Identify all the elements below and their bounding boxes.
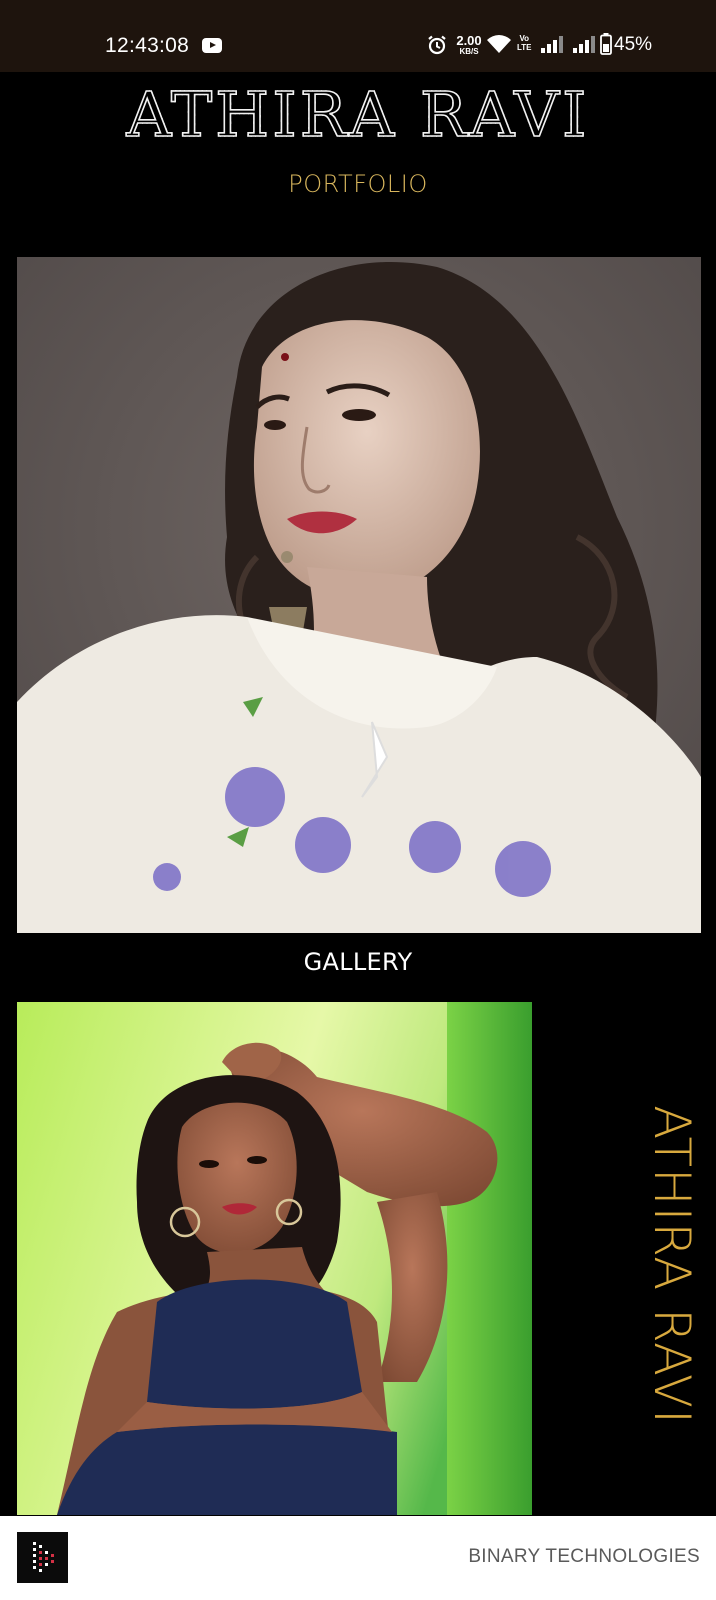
gallery-heading: GALLERY — [303, 948, 413, 976]
gallery-photo[interactable] — [17, 1002, 532, 1515]
battery-percent: 45% — [614, 34, 653, 55]
company-logo-icon[interactable] — [17, 1532, 68, 1583]
footer: BINARY TECHNOLOGIES — [0, 1516, 716, 1600]
network-speed-value: 2.00 — [456, 33, 482, 48]
page-title: ATHIRA RAVI — [0, 77, 716, 152]
signal-icon — [541, 36, 563, 53]
volte-label-top: Vo — [519, 34, 530, 43]
volte-icon: Vo LTE — [517, 34, 532, 52]
status-time: 12:43:08 — [105, 34, 190, 57]
network-speed-unit: KB/S — [459, 47, 479, 56]
footer-company-name[interactable]: BINARY TECHNOLOGIES — [468, 1546, 700, 1568]
network-speed: 2.00 KB/S — [455, 34, 483, 56]
gallery-side-label: ATHIRA RAVI — [643, 1105, 701, 1425]
portrait-photo[interactable] — [17, 257, 701, 933]
signal-icon — [573, 36, 595, 53]
volte-label-bottom: LTE — [517, 43, 532, 52]
youtube-icon — [202, 38, 222, 53]
page-subtitle: PORTFOLIO — [288, 170, 428, 198]
wifi-icon — [487, 35, 511, 53]
status-bar: 12:43:08 2.00 KB/S Vo LTE 45% — [0, 0, 716, 72]
battery-icon — [600, 33, 612, 55]
alarm-icon — [428, 35, 446, 55]
